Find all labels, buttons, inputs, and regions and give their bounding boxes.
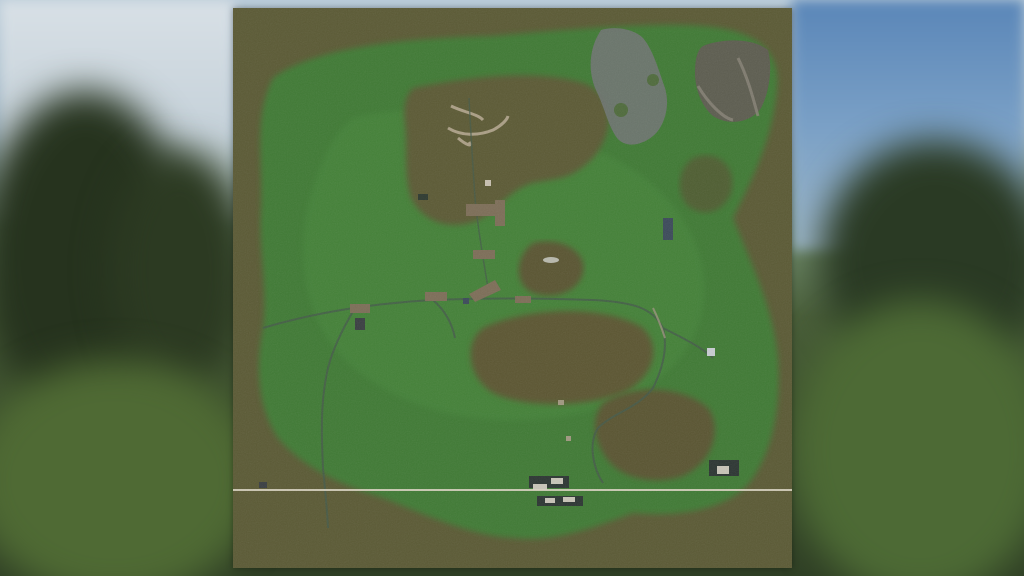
terrain-texture [233, 8, 792, 568]
terrain-map [233, 8, 792, 568]
map-panel[interactable] [233, 8, 792, 568]
background-tree-left-2 [110, 150, 250, 390]
background-scene [0, 0, 1024, 576]
